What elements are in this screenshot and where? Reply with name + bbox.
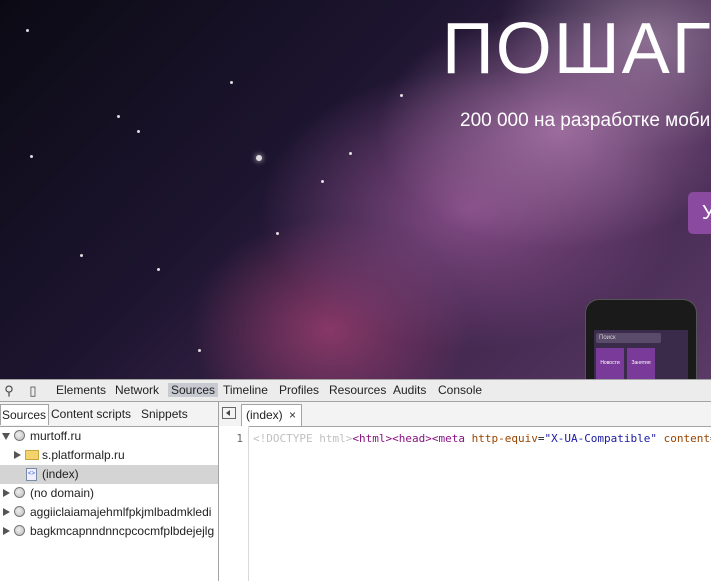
hero-title: ПОШАГ bbox=[442, 9, 711, 89]
code-meta-open: <meta bbox=[431, 432, 465, 445]
tab-timeline[interactable]: Timeline bbox=[223, 383, 268, 397]
phone-screen: Поиск Новости Занятия bbox=[594, 330, 688, 379]
line-number-gutter: 1 bbox=[219, 426, 249, 581]
phone-tile-label: Занятия bbox=[631, 360, 651, 366]
sources-navigator: Sources Content scripts Snippets murtoff… bbox=[0, 402, 219, 581]
code-attr-name: content bbox=[663, 432, 711, 445]
tab-sources[interactable]: Sources bbox=[168, 383, 219, 397]
globe-icon bbox=[14, 430, 25, 441]
star bbox=[26, 29, 29, 32]
tab-console[interactable]: Console bbox=[438, 383, 482, 397]
tree-item-no-domain[interactable]: (no domain) bbox=[0, 484, 218, 503]
tree-item-platformalp[interactable]: s.platformalp.ru bbox=[0, 446, 218, 465]
close-icon[interactable]: × bbox=[289, 408, 296, 422]
star bbox=[321, 180, 324, 183]
star bbox=[349, 152, 352, 155]
star bbox=[256, 155, 262, 161]
tab-profiles[interactable]: Profiles bbox=[279, 383, 319, 397]
star bbox=[198, 349, 201, 352]
code-line[interactable]: <!DOCTYPE html><html><head><meta http-eq… bbox=[253, 432, 711, 445]
tab-network[interactable]: Network bbox=[115, 383, 159, 397]
collapse-arrow-icon[interactable] bbox=[14, 451, 21, 459]
tree-item-murtoff[interactable]: murtoff.ru bbox=[0, 427, 218, 446]
code-attr-name: http-equiv bbox=[471, 432, 538, 445]
star bbox=[230, 81, 233, 84]
code-html-tag: <html> bbox=[352, 432, 393, 445]
tree-item-label: (no domain) bbox=[30, 486, 95, 500]
tree-item-index[interactable]: <> (index) bbox=[0, 465, 218, 484]
devtools-toolbar: ⚲ ▯ Elements Network Sources Timeline Pr… bbox=[0, 379, 711, 402]
tab-audits[interactable]: Audits bbox=[393, 383, 426, 397]
globe-icon bbox=[14, 525, 25, 536]
search-icon[interactable]: ⚲ bbox=[0, 382, 18, 400]
navigator-tab-sources[interactable]: Sources bbox=[0, 404, 50, 425]
collapse-arrow-icon[interactable] bbox=[3, 527, 10, 535]
tree-item-label: aggiiclaiamajehmlfpkjmlbadmkledi bbox=[30, 505, 212, 519]
tree-item-label: (index) bbox=[42, 467, 79, 481]
editor-tab-label: (index) bbox=[246, 408, 283, 422]
devtools-panel: ⚲ ▯ Elements Network Sources Timeline Pr… bbox=[0, 379, 711, 581]
globe-icon bbox=[14, 506, 25, 517]
file-icon: <> bbox=[26, 468, 37, 481]
star bbox=[400, 94, 403, 97]
line-number: 1 bbox=[236, 432, 243, 445]
phone-tile-label: Новости bbox=[600, 360, 620, 366]
tab-resources[interactable]: Resources bbox=[329, 383, 386, 397]
phone-tile-classes: Занятия bbox=[627, 348, 655, 379]
tab-elements[interactable]: Elements bbox=[56, 383, 106, 397]
star bbox=[157, 268, 160, 271]
web-page-viewport: ПОШАГ 200 000 на разработке моби У Поиск… bbox=[0, 0, 711, 379]
star bbox=[276, 232, 279, 235]
phone-search-bar: Поиск bbox=[596, 333, 661, 343]
code-doctype: <!DOCTYPE html> bbox=[253, 432, 353, 445]
tree-item-label: bagkmcapnndnncpcocmfplbdejejlg bbox=[30, 524, 215, 538]
star bbox=[80, 254, 83, 257]
star bbox=[137, 130, 140, 133]
navigator-tab-content-scripts[interactable]: Content scripts bbox=[51, 407, 131, 421]
expand-arrow-icon[interactable] bbox=[2, 433, 10, 440]
hero-cta-button[interactable]: У bbox=[688, 192, 711, 234]
globe-icon bbox=[14, 487, 25, 498]
folder-icon bbox=[25, 450, 39, 460]
device-mode-icon[interactable]: ▯ bbox=[24, 382, 42, 400]
hero-subtitle: 200 000 на разработке моби bbox=[460, 110, 711, 131]
phone-mockup-image: Поиск Новости Занятия bbox=[585, 299, 697, 379]
code-head-tag: <head> bbox=[392, 432, 432, 445]
toggle-navigator-icon[interactable] bbox=[222, 407, 236, 419]
collapse-arrow-icon[interactable] bbox=[3, 508, 10, 516]
editor-tab-index[interactable]: (index) × bbox=[241, 404, 303, 426]
tree-item-extension-1[interactable]: aggiiclaiamajehmlfpkjmlbadmkledi bbox=[0, 503, 218, 522]
tree-item-label: murtoff.ru bbox=[30, 429, 82, 443]
star bbox=[30, 155, 33, 158]
code-attr-value: "X-UA-Compatible" bbox=[544, 432, 658, 445]
tree-item-label: s.platformalp.ru bbox=[42, 448, 125, 462]
navigator-tab-snippets[interactable]: Snippets bbox=[141, 407, 188, 421]
tree-item-extension-2[interactable]: bagkmcapnndnncpcocmfplbdejejlg bbox=[0, 522, 218, 541]
editor-tabbar: (index) × bbox=[219, 402, 711, 427]
phone-tile-news: Новости bbox=[596, 348, 624, 379]
star bbox=[117, 115, 120, 118]
collapse-arrow-icon[interactable] bbox=[3, 489, 10, 497]
navigator-tabs: Sources Content scripts Snippets bbox=[0, 402, 218, 427]
source-editor: (index) × 1 <!DOCTYPE html><html><head><… bbox=[219, 402, 711, 581]
